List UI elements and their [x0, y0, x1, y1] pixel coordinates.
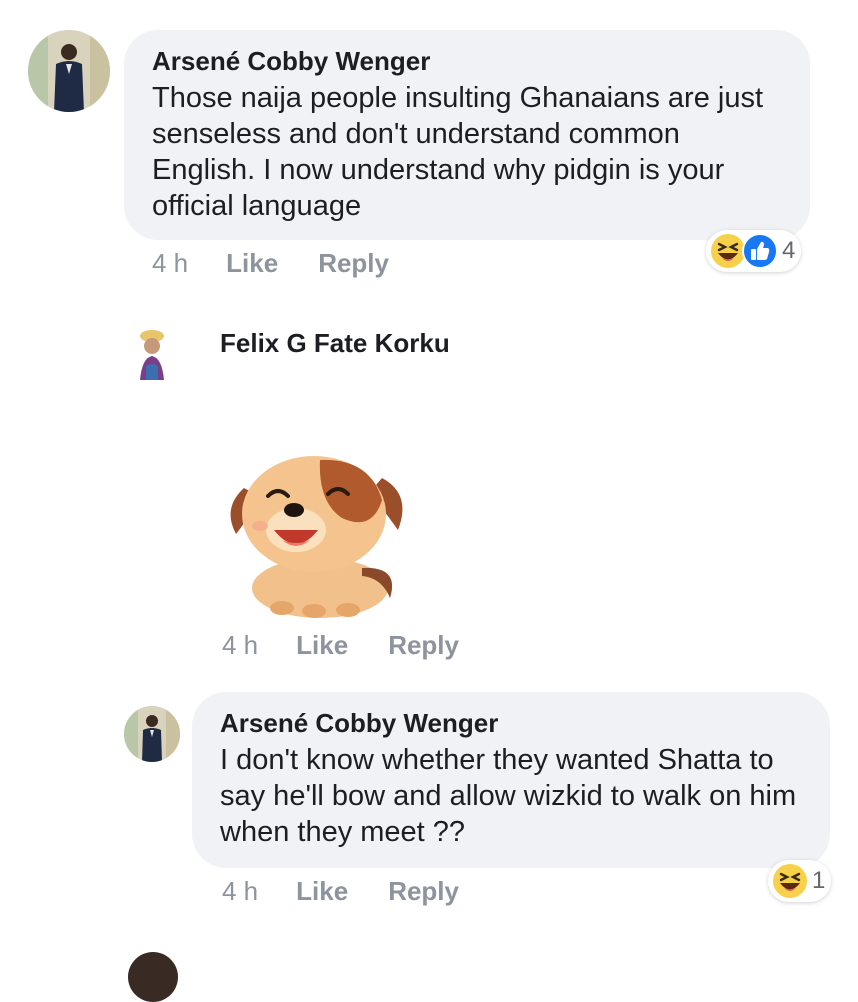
comment-text: Those naija people insulting Ghanaians a… [152, 82, 764, 222]
comment-author[interactable]: Arsené Cobby Wenger [152, 46, 782, 76]
puppy-sticker [222, 448, 412, 624]
haha-icon [773, 864, 807, 898]
comment-actions: 4 h Like Reply [152, 248, 389, 279]
comment-actions: 4 h Like Reply [222, 876, 459, 907]
avatar[interactable] [28, 30, 110, 112]
reply-button[interactable]: Reply [388, 876, 459, 907]
timestamp[interactable]: 4 h [222, 876, 258, 907]
timestamp[interactable]: 4 h [152, 248, 188, 279]
reaction-count: 1 [812, 867, 826, 894]
reply-button[interactable]: Reply [318, 248, 389, 279]
comment-author[interactable]: Felix G Fate Korku [220, 328, 450, 358]
comment-actions: 4 h Like Reply [222, 630, 459, 661]
haha-icon [711, 234, 745, 268]
reply-button[interactable]: Reply [388, 630, 459, 661]
reaction-count: 4 [782, 237, 796, 264]
comment-bubble: Arsené Cobby Wenger Those naija people i… [124, 30, 810, 240]
avatar[interactable] [134, 326, 170, 380]
like-button[interactable]: Like [296, 876, 348, 907]
timestamp[interactable]: 4 h [222, 630, 258, 661]
reaction-summary[interactable]: 4 [706, 230, 802, 272]
comment-bubble: Arsené Cobby Wenger I don't know whether… [192, 692, 830, 868]
like-button[interactable]: Like [296, 630, 348, 661]
reaction-summary[interactable]: 1 [768, 860, 832, 902]
like-icon [742, 233, 778, 269]
comment-author[interactable]: Arsené Cobby Wenger [220, 708, 802, 738]
like-button[interactable]: Like [226, 248, 278, 279]
avatar[interactable] [124, 706, 180, 762]
comment-text: I don't know whether they wanted Shatta … [220, 744, 797, 848]
